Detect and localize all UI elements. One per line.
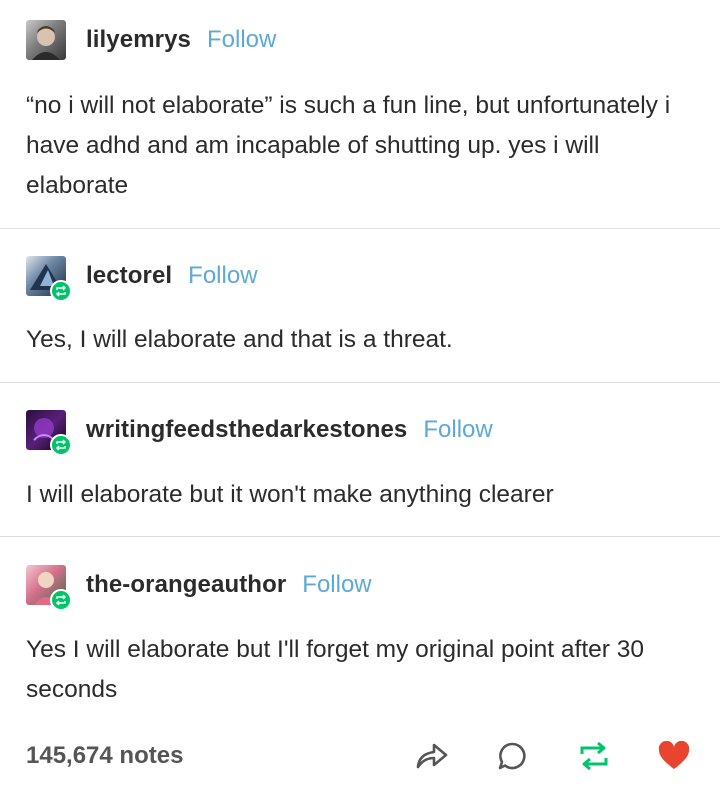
post-text: Yes I will elaborate but I'll forget my …	[26, 636, 644, 703]
post-text: I will elaborate but it won't make anyth…	[26, 481, 554, 508]
avatar[interactable]	[26, 20, 66, 60]
avatar-photo-icon	[32, 26, 60, 60]
username[interactable]: writingfeedsthedarkestones	[86, 416, 407, 444]
reblog-badge-icon	[50, 434, 72, 456]
reblog-icon[interactable]	[576, 738, 612, 774]
reblog-header: writingfeedsthedarkestones Follow	[26, 410, 493, 456]
username[interactable]: the-orangeauthor	[86, 571, 286, 599]
follow-button[interactable]: Follow	[302, 571, 371, 599]
follow-button[interactable]: Follow	[423, 416, 492, 444]
avatar[interactable]	[26, 565, 72, 611]
reblog-badge-icon	[50, 589, 72, 611]
reblog-header: lectorel Follow	[26, 256, 258, 302]
avatar[interactable]	[26, 410, 72, 456]
reply-icon[interactable]	[494, 738, 530, 774]
avatar[interactable]	[26, 256, 72, 302]
divider	[0, 382, 720, 383]
like-icon[interactable]	[656, 738, 692, 774]
follow-button[interactable]: Follow	[207, 26, 276, 54]
divider	[0, 228, 720, 229]
follow-button[interactable]: Follow	[188, 262, 257, 290]
reblog-badge-icon	[50, 280, 72, 302]
post-text: “no i will not elaborate” is such a fun …	[26, 92, 671, 199]
username[interactable]: lectorel	[86, 262, 172, 290]
post-text: Yes, I will elaborate and that is a thre…	[26, 326, 453, 353]
notes-count[interactable]: 145,674 notes	[26, 742, 183, 770]
username[interactable]: lilyemrys	[86, 26, 191, 54]
divider	[0, 536, 720, 537]
share-icon[interactable]	[414, 738, 450, 774]
post-header: lilyemrys Follow	[26, 20, 276, 60]
reblog-header: the-orangeauthor Follow	[26, 565, 372, 611]
